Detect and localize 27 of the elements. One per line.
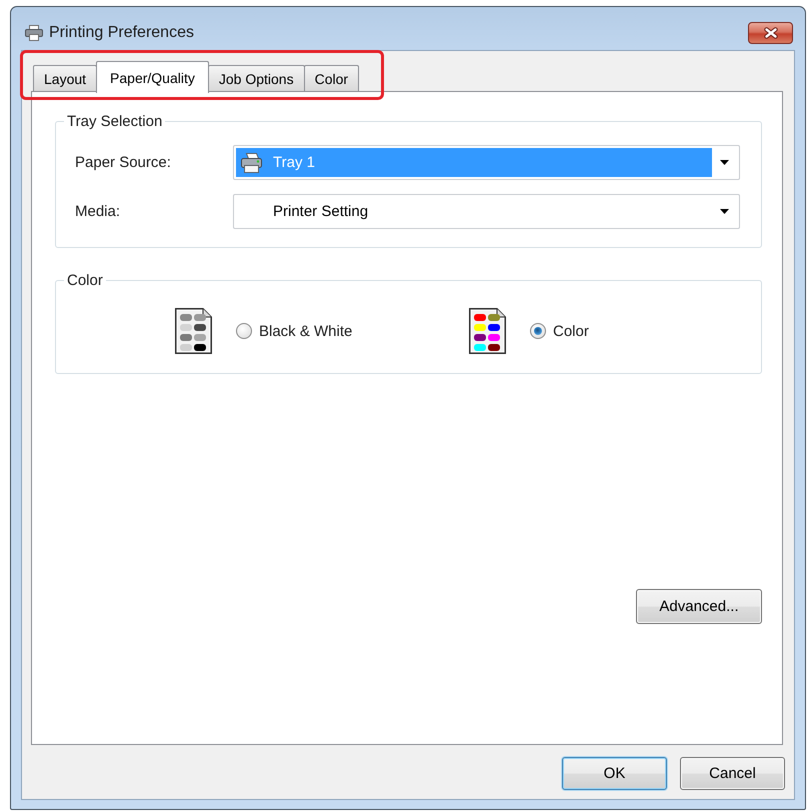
printer-icon: [240, 152, 264, 172]
ok-button[interactable]: OK: [562, 757, 667, 790]
printer-icon: [25, 24, 43, 40]
advanced-button[interactable]: Advanced...: [636, 589, 762, 624]
tab[interactable]: Layout: [33, 65, 98, 91]
radio-label[interactable]: Black & White: [259, 322, 352, 340]
window-title: Printing Preferences: [49, 24, 194, 42]
close-icon: [764, 26, 778, 38]
caret-icon: [720, 160, 729, 165]
field-label: Paper Source:: [75, 154, 172, 171]
page-swatches-icon: [469, 308, 506, 354]
group-title: Tray Selection: [66, 113, 164, 130]
page-swatches-icon: [175, 308, 212, 354]
close-button[interactable]: [748, 22, 793, 44]
tab[interactable]: Color: [304, 65, 360, 91]
radio-button[interactable]: [530, 323, 546, 339]
dropdown-value: Printer Setting: [273, 203, 368, 220]
dropdown[interactable]: Printer Setting: [233, 194, 740, 229]
tab[interactable]: Job Options: [208, 65, 305, 91]
field-label: Media:: [75, 203, 122, 220]
dropdown-value: Tray 1: [273, 154, 315, 171]
cancel-button[interactable]: Cancel: [680, 757, 785, 790]
tab[interactable]: Paper/Quality: [96, 61, 209, 93]
caret-icon: [720, 209, 729, 214]
group-title: Color: [66, 272, 104, 289]
radio-label[interactable]: Color: [553, 322, 589, 340]
radio-button[interactable]: [236, 323, 252, 339]
